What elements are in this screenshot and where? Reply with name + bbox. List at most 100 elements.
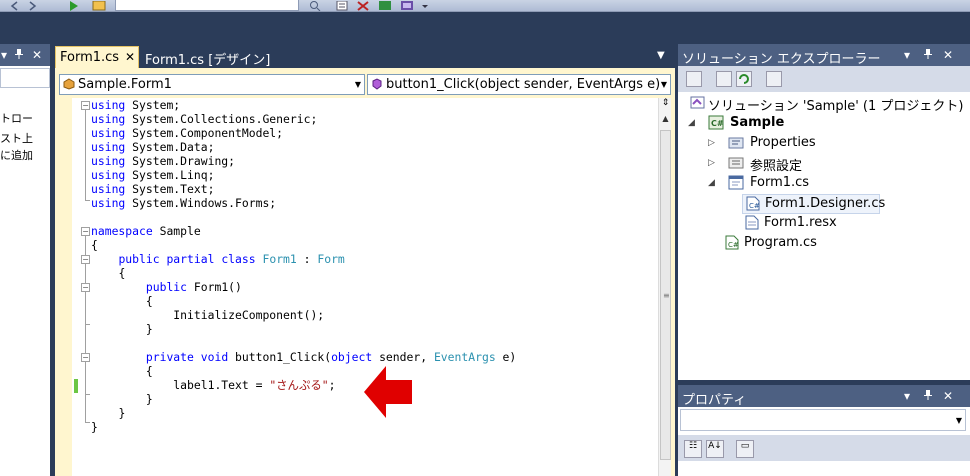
- solution-explorer-header: ソリューション エクスプローラー ▾ ✕: [678, 44, 970, 67]
- properties-header: プロパティ ▾ ✕: [678, 385, 970, 408]
- class-combo[interactable]: Sample.Form1 ▼: [59, 74, 365, 95]
- collapsed-icon[interactable]: ▷: [708, 158, 715, 168]
- pin-icon[interactable]: [923, 389, 933, 404]
- toolbox-panel: ▾ ✕ トロー スト上 に追加: [0, 44, 50, 476]
- fold-guide-end: [85, 394, 90, 395]
- tab-form1-cs[interactable]: Form1.cs ✕: [55, 46, 139, 68]
- splitter-icon[interactable]: ⇕: [660, 98, 671, 112]
- solution-explorer-title: ソリューション エクスプローラー: [682, 52, 881, 67]
- scroll-thumb[interactable]: ≡: [660, 130, 671, 460]
- categorized-icon[interactable]: ☷: [684, 440, 702, 458]
- tree-item-label: Sample: [730, 115, 785, 130]
- show-all-files-icon[interactable]: [716, 71, 732, 87]
- property-grid: [678, 461, 970, 476]
- class-view-icon[interactable]: [378, 0, 392, 10]
- panel-dropdown-icon[interactable]: ▾: [904, 389, 910, 403]
- code-line: label1.Text = "さんぷる";: [91, 378, 336, 392]
- toolbox-icon[interactable]: [356, 0, 370, 11]
- close-icon[interactable]: ✕: [943, 48, 953, 62]
- collapse-icon[interactable]: −: [81, 353, 90, 362]
- expanded-icon[interactable]: ◢: [708, 178, 715, 188]
- toolbar-overflow-icon[interactable]: [421, 0, 429, 10]
- properties-toolbar: ☷ A↓ ▭: [678, 435, 970, 461]
- tree-item-label: Form1.cs: [750, 175, 810, 190]
- start-debug-icon[interactable]: [66, 0, 80, 11]
- toolbox-hint-line-3: に追加: [0, 149, 33, 162]
- code-line: {: [91, 238, 98, 252]
- tree-item-label: 参照設定: [750, 159, 803, 174]
- fold-guide-end: [85, 200, 90, 201]
- expanded-icon[interactable]: ◢: [688, 118, 695, 128]
- code-line: using System.Collections.Generic;: [91, 112, 318, 126]
- red-arrow-annotation: [364, 366, 412, 418]
- code-line: using System.Linq;: [91, 168, 215, 182]
- code-line: public Form1(): [145, 280, 242, 294]
- code-line: {: [118, 266, 126, 280]
- code-line: using System.ComponentModel;: [91, 126, 284, 140]
- chevron-down-icon: ▼: [354, 80, 361, 89]
- svg-text:C#: C#: [728, 241, 739, 249]
- output-icon[interactable]: [400, 0, 414, 10]
- property-pages-icon[interactable]: ▭: [736, 440, 754, 458]
- toolbox-search-box[interactable]: [0, 68, 50, 88]
- close-icon[interactable]: ✕: [125, 50, 135, 64]
- code-line: using System.Windows.Forms;: [91, 196, 277, 210]
- tree-item-label: Form1.resx: [764, 215, 837, 230]
- refresh-icon[interactable]: [736, 71, 752, 87]
- saved-change-marker: [74, 379, 78, 393]
- code-line: using System.Text;: [91, 182, 215, 196]
- class-combo-value: Sample.Form1: [78, 77, 172, 92]
- properties-title: プロパティ: [682, 393, 747, 408]
- solution-explorer-toolbar: [678, 66, 970, 92]
- toolbox-pin-icon[interactable]: [14, 48, 24, 63]
- find-icon[interactable]: [92, 0, 106, 11]
- pin-icon[interactable]: [923, 48, 933, 63]
- main-toolbar: [0, 0, 970, 12]
- toolbox-panel-header: ▾ ✕: [0, 44, 50, 66]
- code-line: {: [145, 294, 153, 308]
- scroll-up-icon[interactable]: ▲: [660, 114, 671, 125]
- solution-icon: [690, 96, 705, 109]
- code-line: using System.Data;: [91, 140, 215, 154]
- svg-text:C#: C#: [749, 202, 760, 210]
- method-icon: [372, 78, 382, 90]
- forward-icon[interactable]: [25, 0, 39, 11]
- code-line: namespace Sample: [91, 224, 201, 238]
- collapse-icon[interactable]: −: [81, 101, 90, 110]
- properties-toolbar-icon[interactable]: [335, 0, 349, 11]
- chevron-down-icon: ▼: [660, 80, 667, 89]
- object-selector[interactable]: ▼: [680, 409, 966, 431]
- panel-dropdown-icon[interactable]: ▾: [904, 48, 910, 62]
- toolbox-dropdown-icon[interactable]: ▾: [1, 48, 7, 62]
- collapse-icon[interactable]: −: [81, 255, 90, 264]
- close-icon[interactable]: ✕: [943, 389, 953, 403]
- collapse-icon[interactable]: −: [81, 227, 90, 236]
- properties-icon: [728, 137, 744, 149]
- tree-item-label: ソリューション 'Sample' (1 プロジェクト): [708, 99, 964, 114]
- fold-guide-end: [85, 422, 90, 423]
- csharp-project-icon: C#: [708, 115, 724, 130]
- tab-list-dropdown-icon[interactable]: ▼: [657, 50, 665, 61]
- member-combo[interactable]: button1_Click(object sender, EventArgs e…: [367, 74, 671, 95]
- tree-item-form1-designer[interactable]: C# Form1.Designer.cs: [742, 194, 885, 214]
- code-line: }: [91, 420, 98, 434]
- collapsed-icon[interactable]: ▷: [708, 138, 715, 148]
- toolbox-hint-line-1: トロー: [0, 112, 33, 125]
- collapse-icon[interactable]: −: [81, 283, 90, 292]
- find-in-files-icon[interactable]: [308, 0, 322, 12]
- fold-guide: [85, 110, 86, 200]
- back-icon[interactable]: [8, 0, 22, 11]
- find-combo[interactable]: [115, 0, 299, 11]
- code-line: }: [118, 406, 126, 420]
- code-line: }: [145, 392, 153, 406]
- class-icon: [63, 78, 75, 90]
- view-code-icon[interactable]: [766, 71, 782, 87]
- tree-item-label: Form1.Designer.cs: [765, 196, 886, 211]
- tab-form1-design[interactable]: Form1.cs [デザイン]: [141, 46, 274, 68]
- properties-button-icon[interactable]: [686, 71, 702, 87]
- csharp-file-icon: C#: [746, 196, 760, 211]
- solution-tree: ソリューション 'Sample' (1 プロジェクト) ◢ C# Sample …: [678, 92, 970, 380]
- toolbox-close-icon[interactable]: ✕: [32, 48, 42, 62]
- vertical-scrollbar[interactable]: ⇕ ▲ ≡: [658, 98, 671, 476]
- alphabetical-icon[interactable]: A↓: [706, 440, 724, 458]
